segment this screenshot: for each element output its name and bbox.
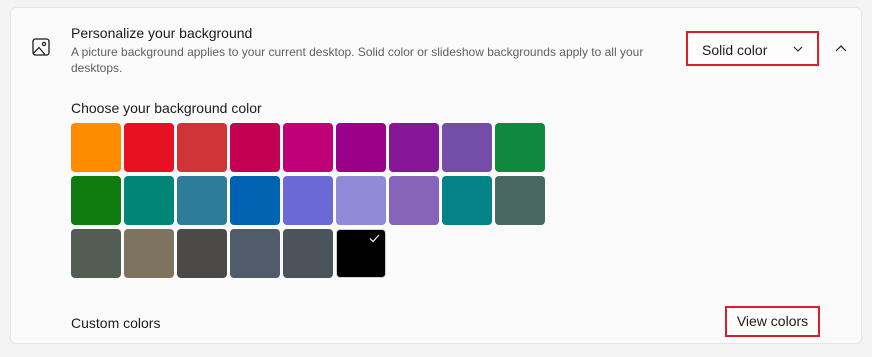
color-swatch[interactable] <box>230 123 280 172</box>
color-swatch[interactable] <box>283 229 333 278</box>
section-title: Personalize your background <box>71 25 253 41</box>
background-settings-card: Personalize your background A picture ba… <box>10 7 862 344</box>
chevron-down-icon <box>793 46 803 52</box>
color-swatch[interactable] <box>389 123 439 172</box>
color-picker-section: Choose your background color <box>11 88 861 296</box>
color-swatch[interactable] <box>389 176 439 225</box>
color-swatch[interactable] <box>442 176 492 225</box>
section-description: A picture background applies to your cur… <box>71 45 644 75</box>
color-swatch[interactable] <box>124 176 174 225</box>
custom-colors-row: Custom colors View colors <box>11 295 861 343</box>
color-swatch[interactable] <box>177 123 227 172</box>
personalize-background-header[interactable]: Personalize your background A picture ba… <box>11 8 861 89</box>
chevron-up-icon[interactable] <box>835 44 847 52</box>
background-type-dropdown[interactable]: Solid color <box>686 31 819 66</box>
color-swatch[interactable] <box>124 229 174 278</box>
color-swatch[interactable] <box>177 176 227 225</box>
color-swatch[interactable] <box>230 229 280 278</box>
color-swatch[interactable] <box>442 123 492 172</box>
color-swatch[interactable] <box>336 123 386 172</box>
custom-colors-label: Custom colors <box>71 315 161 331</box>
color-swatch[interactable] <box>495 176 545 225</box>
color-swatch[interactable] <box>177 229 227 278</box>
picture-icon <box>32 38 50 56</box>
color-swatch-selected[interactable] <box>336 229 386 278</box>
checkmark-icon <box>369 234 380 243</box>
color-swatch[interactable] <box>283 123 333 172</box>
color-swatch[interactable] <box>71 123 121 172</box>
color-swatch[interactable] <box>71 176 121 225</box>
choose-color-label: Choose your background color <box>71 100 262 116</box>
color-swatch[interactable] <box>71 229 121 278</box>
view-colors-button[interactable]: View colors <box>725 306 820 337</box>
color-swatch[interactable] <box>124 123 174 172</box>
color-swatch[interactable] <box>230 176 280 225</box>
dropdown-selected-value: Solid color <box>702 42 768 58</box>
color-swatch[interactable] <box>283 176 333 225</box>
color-swatch[interactable] <box>495 123 545 172</box>
color-swatch[interactable] <box>336 176 386 225</box>
